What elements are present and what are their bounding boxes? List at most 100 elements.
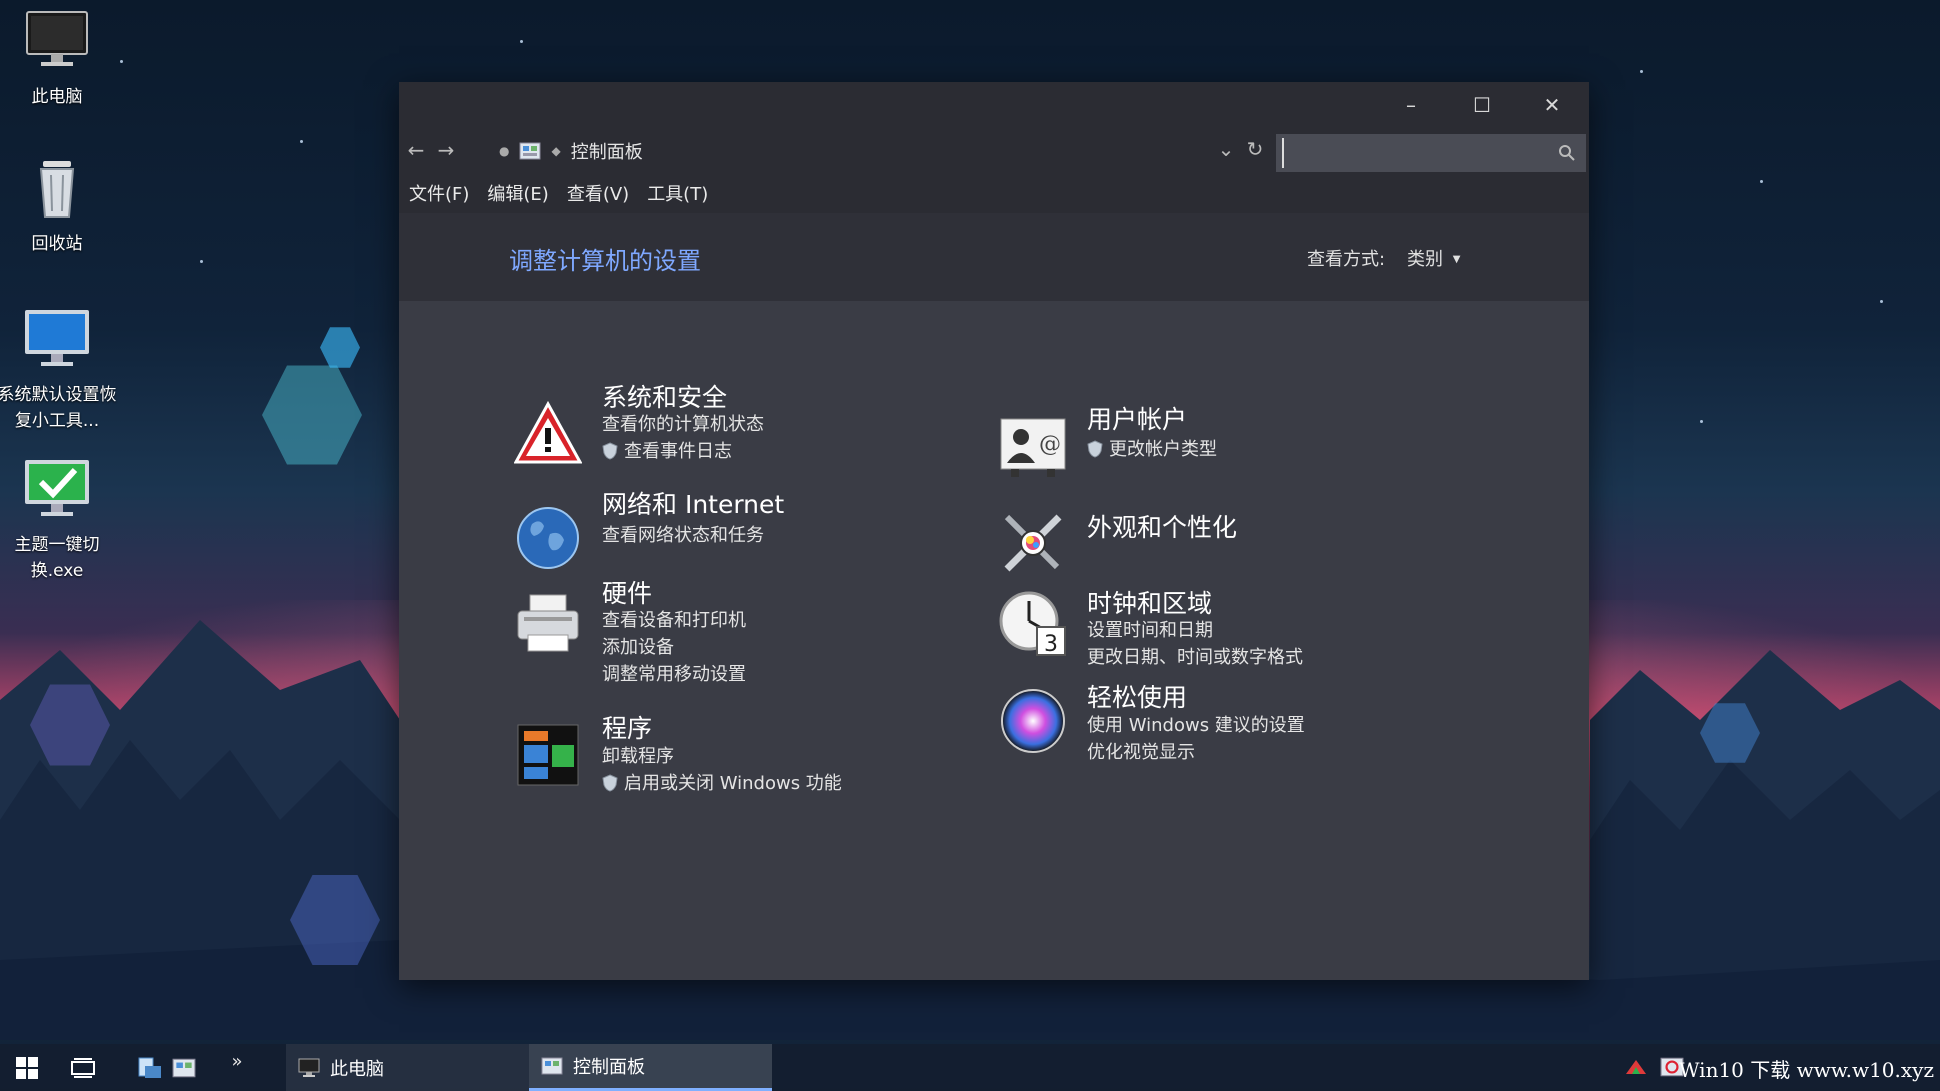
category-link[interactable]: 添加设备 [602, 633, 674, 659]
task-view-button[interactable] [60, 1044, 106, 1091]
breadcrumb-control-panel[interactable]: 控制面板 [571, 138, 643, 164]
printer-icon [517, 594, 579, 652]
desktop-icon-label: 系统默认设置恢复小工具... [0, 385, 117, 431]
desktop-icon-restore-tool[interactable]: 系统默认设置恢复小工具... [0, 306, 117, 434]
computer-icon [26, 11, 88, 66]
quicklaunch-control-panel[interactable] [166, 1044, 202, 1091]
checkmark-monitor-icon [25, 460, 89, 516]
menu-file[interactable]: 文件(F) [409, 180, 469, 206]
minimize-button[interactable]: – [1376, 82, 1446, 128]
quicklaunch-explorer[interactable] [132, 1044, 168, 1091]
star [1760, 180, 1763, 183]
refresh-button[interactable]: ↻ [1242, 137, 1268, 161]
taskbar: » 此电脑 控制面板 Win10 下载 www.w10.xyz [0, 1044, 1940, 1091]
svg-text:3: 3 [1044, 632, 1058, 657]
category-title[interactable]: 程序 [602, 709, 652, 745]
category-link-label: 更改帐户类型 [1109, 439, 1217, 460]
breadcrumb-separator: ● [499, 144, 510, 158]
maximize-button[interactable]: ☐ [1447, 82, 1517, 128]
star [200, 260, 203, 263]
category-title[interactable]: 时钟和区域 [1087, 584, 1212, 620]
star [1700, 420, 1703, 423]
task-view-icon [71, 1057, 95, 1078]
category-link[interactable]: 设置时间和日期 [1087, 616, 1213, 642]
shield-icon [602, 442, 618, 460]
forward-button[interactable]: → [433, 138, 459, 162]
decorative-hexagon [320, 327, 360, 368]
desktop-icon-theme-switch[interactable]: 主题一键切换.exe [0, 456, 117, 584]
view-by-value: 类别 [1407, 249, 1443, 270]
recycle-bin-icon [39, 161, 75, 218]
star [300, 140, 303, 143]
start-icon [16, 1056, 38, 1079]
star [1640, 70, 1643, 73]
desktop-icon-recycle-bin[interactable]: 回收站 [0, 155, 117, 257]
view-by-dropdown[interactable]: 类别 ▼ [1407, 245, 1460, 271]
category-link[interactable]: 查看设备和打印机 [602, 606, 746, 632]
taskbar-app-this-pc[interactable]: 此电脑 [286, 1044, 529, 1091]
page-title: 调整计算机的设置 [509, 247, 701, 275]
category-link[interactable]: 优化视觉显示 [1087, 738, 1195, 764]
category-link[interactable]: 卸载程序 [602, 742, 674, 768]
category-link-label: 启用或关闭 Windows 功能 [624, 773, 842, 794]
search-icon[interactable] [1558, 144, 1576, 162]
clock-icon: 3 [999, 591, 1066, 657]
shield-icon [1087, 440, 1103, 458]
star [120, 60, 123, 63]
category-hardware: 硬件 查看设备和打印机 添加设备 调整常用移动设置 [514, 579, 914, 701]
watermark-text: Win10 下载 www.w10.xyz [1678, 1058, 1934, 1082]
category-link[interactable]: 使用 Windows 建议的设置 [1087, 711, 1305, 737]
network-icon[interactable] [1624, 1058, 1648, 1076]
star [1880, 300, 1883, 303]
content-header: 调整计算机的设置 查看方式: 类别 ▼ [399, 213, 1589, 301]
category-link-admin[interactable]: 更改帐户类型 [1087, 435, 1217, 461]
file-explorer-icon [138, 1057, 161, 1078]
computer-icon [298, 1058, 320, 1077]
category-link[interactable]: 更改日期、时间或数字格式 [1087, 643, 1303, 669]
control-panel-window: – ☐ ✕ ← → ● ◆ 控制面板 ⌄ ↻ 文件(F) 编辑(E) 查看(V)… [399, 82, 1589, 980]
desktop-icon-label: 回收站 [31, 234, 83, 254]
category-link[interactable]: 查看你的计算机状态 [602, 410, 764, 436]
start-button[interactable] [0, 1044, 54, 1091]
globe-icon [517, 507, 579, 569]
close-button[interactable]: ✕ [1517, 82, 1587, 128]
decorative-hexagon [262, 365, 362, 465]
category-system-security: 系统和安全 查看你的计算机状态 查看事件日志 [514, 383, 914, 480]
desktop-icon-label: 此电脑 [31, 87, 83, 107]
category-link[interactable]: 查看网络状态和任务 [602, 521, 764, 547]
taskbar-app-control-panel[interactable]: 控制面板 [529, 1044, 772, 1091]
category-link[interactable]: 调整常用移动设置 [602, 660, 746, 686]
titlebar: – ☐ ✕ [399, 82, 1589, 128]
category-title[interactable]: 网络和 Internet [602, 485, 784, 521]
menu-view[interactable]: 查看(V) [567, 180, 629, 206]
category-title[interactable]: 轻松使用 [1087, 678, 1187, 714]
menu-bar: 文件(F) 编辑(E) 查看(V) 工具(T) [399, 173, 1589, 213]
category-title[interactable]: 用户帐户 [1087, 400, 1187, 436]
personalization-icon [1004, 514, 1062, 572]
ease-of-access-icon [1001, 689, 1065, 753]
category-link-admin[interactable]: 查看事件日志 [602, 437, 732, 463]
category-link-admin[interactable]: 启用或关闭 Windows 功能 [602, 769, 842, 795]
breadcrumb[interactable]: ● ◆ 控制面板 [499, 138, 643, 164]
back-button[interactable]: ← [403, 138, 429, 162]
address-dropdown-button[interactable]: ⌄ [1213, 137, 1239, 161]
control-panel-icon [541, 1057, 563, 1075]
breadcrumb-separator: ◆ [551, 144, 561, 158]
search-input[interactable] [1282, 138, 1548, 168]
category-title[interactable]: 系统和安全 [602, 378, 727, 414]
star [520, 40, 523, 43]
category-network-internet: 网络和 Internet 查看网络状态和任务 [514, 490, 914, 574]
taskbar-overflow-button[interactable]: » [222, 1038, 252, 1085]
category-title[interactable]: 硬件 [602, 574, 652, 610]
search-box[interactable] [1276, 134, 1586, 172]
desktop-icon-this-pc[interactable]: 此电脑 [0, 8, 117, 110]
desktop-icon-label: 主题一键切换.exe [14, 535, 100, 581]
menu-tools[interactable]: 工具(T) [647, 180, 708, 206]
warning-icon [514, 400, 582, 464]
view-by-label: 查看方式: [1307, 249, 1386, 270]
menu-edit[interactable]: 编辑(E) [487, 180, 548, 206]
taskbar-app-label: 此电脑 [330, 1058, 384, 1080]
category-link-label: 查看事件日志 [624, 441, 732, 462]
taskbar-app-label: 控制面板 [573, 1057, 645, 1078]
category-title[interactable]: 外观和个性化 [1087, 508, 1237, 544]
